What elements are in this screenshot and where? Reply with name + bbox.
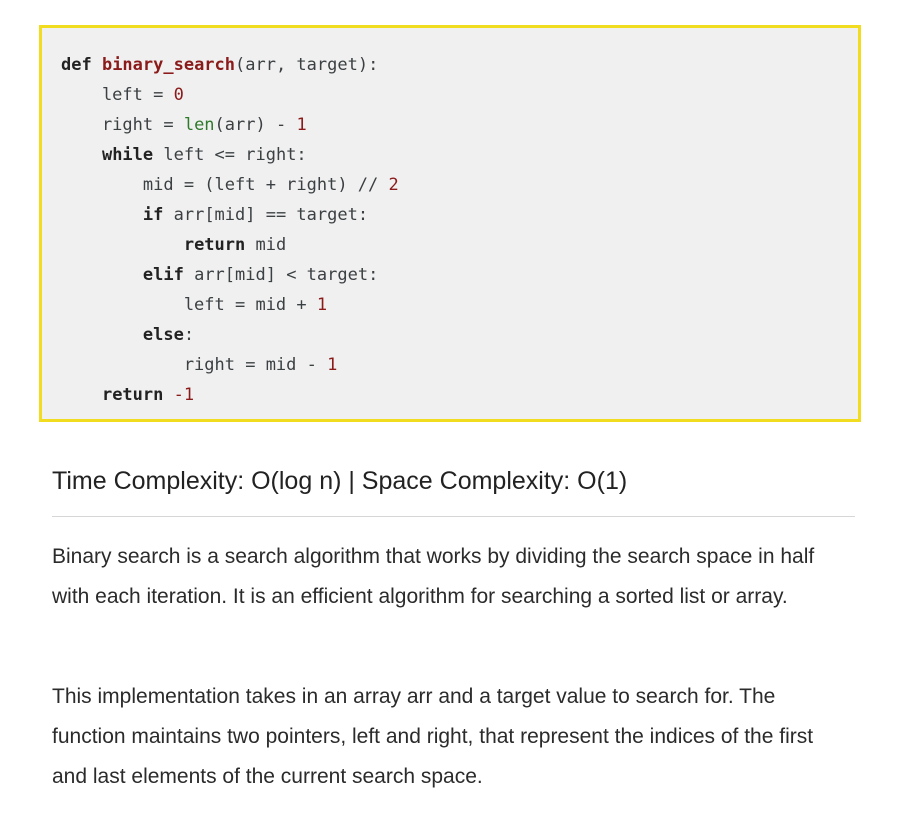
code-line: mid = (left + right) // 2 [61, 170, 399, 200]
code-keyword: if [142, 205, 164, 225]
code-text: mid [245, 235, 287, 255]
paragraph-implementation: This implementation takes in an array ar… [52, 685, 814, 788]
complexity-heading: Time Complexity: O(log n) | Space Comple… [52, 467, 628, 495]
code-keyword: elif [142, 265, 184, 285]
code-text: arr[mid] < target: [183, 265, 379, 285]
code-block: def binary_search(arr, target): left = 0… [39, 25, 861, 422]
code-line: left = mid + 1 [61, 290, 399, 320]
code-text: right = [61, 115, 184, 135]
paragraph-description: Binary search is a search algorithm that… [52, 545, 815, 608]
code-keyword: while [101, 145, 154, 165]
code-number: 0 [173, 85, 184, 105]
code-keyword: def [61, 55, 102, 75]
code-text: left = [61, 85, 174, 105]
code-keyword: return [101, 385, 164, 405]
code-line: right = mid - 1 [61, 350, 399, 380]
code-line: return mid [61, 230, 399, 260]
code-text: left <= right: [153, 145, 307, 165]
code-line: return -1 [61, 380, 399, 410]
code-line: while left <= right: [61, 140, 399, 170]
code-builtin: len [183, 115, 215, 135]
code-lines: def binary_search(arr, target): left = 0… [61, 50, 399, 410]
code-line: else: [61, 320, 399, 350]
code-number: 1 [296, 115, 307, 135]
code-number: 2 [388, 175, 399, 195]
code-text: (arr) - [214, 115, 297, 135]
code-line: left = 0 [61, 80, 399, 110]
divider [52, 516, 855, 517]
code-text: arr[mid] == target: [163, 205, 369, 225]
code-number: 1 [316, 295, 328, 315]
code-keyword: else [142, 325, 184, 345]
code-function-name: binary_search [101, 55, 236, 75]
code-keyword: return [183, 235, 246, 255]
code-text: (arr, target): [235, 55, 379, 75]
code-line: def binary_search(arr, target): [61, 50, 399, 80]
code-text: right = mid - [61, 355, 328, 375]
code-text: left = mid + [61, 295, 317, 315]
code-line: right = len(arr) - 1 [61, 110, 399, 140]
code-text: mid = (left + right) // [61, 175, 389, 195]
code-line: elif arr[mid] < target: [61, 260, 399, 290]
code-number: -1 [173, 385, 195, 405]
code-text: : [183, 325, 195, 345]
code-line: if arr[mid] == target: [61, 200, 399, 230]
code-number: 1 [327, 355, 338, 375]
